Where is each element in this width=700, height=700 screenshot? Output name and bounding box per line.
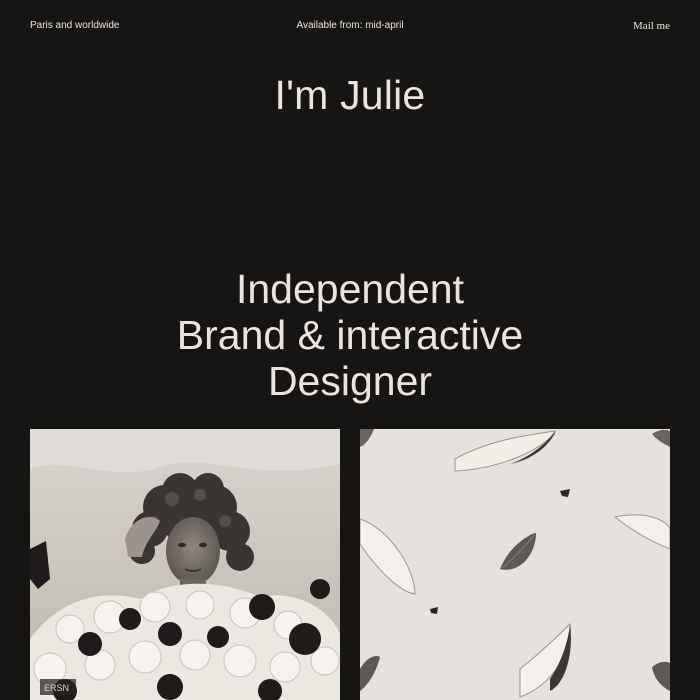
hero-headline: Independent Brand & interactive Designer (0, 266, 700, 404)
hero-line-3: Designer (267, 358, 433, 404)
site-title: I'm Julie (274, 72, 426, 119)
portrait-photo: ERSN (30, 429, 340, 700)
still-life-photo-card[interactable] (360, 429, 670, 700)
hero-line-2: Brand & interactive (176, 312, 524, 358)
photo-stamp-text: ERSN (44, 683, 69, 693)
availability-text: Available from: mid-april (296, 20, 404, 31)
still-life-photo (360, 429, 670, 700)
top-bar: Paris and worldwide Available from: mid-… (0, 0, 700, 52)
portrait-photo-card[interactable]: ERSN (30, 429, 340, 700)
mail-me-link[interactable]: Mail me (633, 20, 670, 32)
location-text: Paris and worldwide (30, 20, 120, 31)
hero-line-1: Independent (235, 266, 464, 312)
